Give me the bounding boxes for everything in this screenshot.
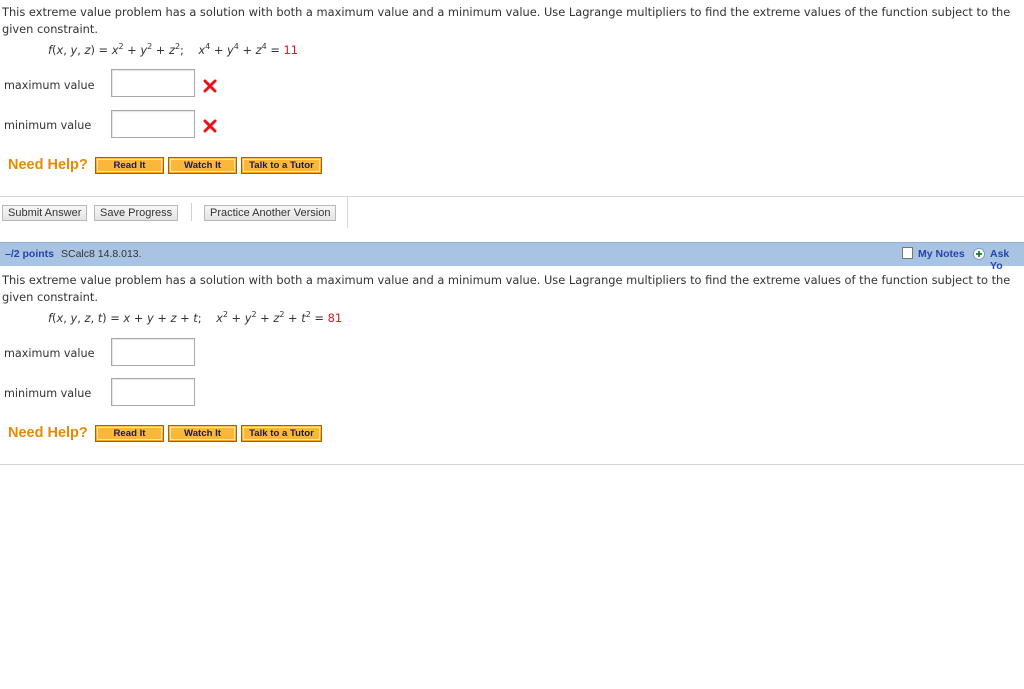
divider: [347, 196, 348, 228]
question1-prompt: This extreme value problem has a solutio…: [2, 5, 1011, 36]
incorrect-x-icon: [203, 119, 217, 133]
divider: [191, 203, 192, 221]
divider: [0, 196, 1024, 197]
question1-function: f(x, y, z) = x2 + y2 + z2; x4 + y4 + z4 …: [48, 42, 299, 58]
question1-min-input[interactable]: [111, 110, 195, 138]
save-progress-button[interactable]: Save Progress: [94, 205, 179, 221]
question1-min-label: minimum value: [4, 119, 92, 132]
question2-talk-to-tutor-button[interactable]: Talk to a Tutor: [241, 425, 322, 442]
question2-prompt: This extreme value problem has a solutio…: [2, 273, 1011, 304]
question1-need-help-label: Need Help?: [8, 157, 88, 173]
question2-max-input[interactable]: [111, 338, 195, 366]
question2-id: SCalc8 14.8.013.: [61, 248, 142, 260]
plus-circle-icon[interactable]: [973, 248, 985, 260]
question2-min-label: minimum value: [4, 387, 92, 400]
question2-function: f(x, y, z, t) = x + y + z + t; x2 + y2 +…: [48, 310, 343, 326]
question2-header: –/2 points SCalc8 14.8.013. My Notes Ask…: [0, 242, 1024, 272]
incorrect-x-icon: [203, 79, 217, 93]
practice-another-version-button[interactable]: Practice Another Version: [204, 205, 337, 221]
question2-read-it-button[interactable]: Read It: [95, 425, 164, 442]
question1-read-it-button[interactable]: Read It: [95, 157, 164, 174]
ask-your-teacher-link[interactable]: Ask Yo: [990, 248, 1024, 272]
question2-constraint-value: 81: [327, 311, 343, 325]
question2-watch-it-button[interactable]: Watch It: [168, 425, 237, 442]
question2-points: –/2 points: [5, 248, 55, 260]
question2-max-label: maximum value: [4, 347, 95, 360]
question1-talk-to-tutor-button[interactable]: Talk to a Tutor: [241, 157, 322, 174]
question1-watch-it-button[interactable]: Watch It: [168, 157, 237, 174]
divider: [0, 464, 1024, 465]
question1-max-label: maximum value: [4, 79, 95, 92]
question2-need-help-label: Need Help?: [8, 425, 88, 441]
notes-icon[interactable]: [902, 247, 913, 259]
my-notes-link[interactable]: My Notes: [918, 248, 965, 260]
question1-max-input[interactable]: [111, 69, 195, 97]
question1-constraint-value: 11: [283, 43, 299, 57]
submit-answer-button[interactable]: Submit Answer: [2, 205, 88, 221]
question2-min-input[interactable]: [111, 378, 195, 406]
